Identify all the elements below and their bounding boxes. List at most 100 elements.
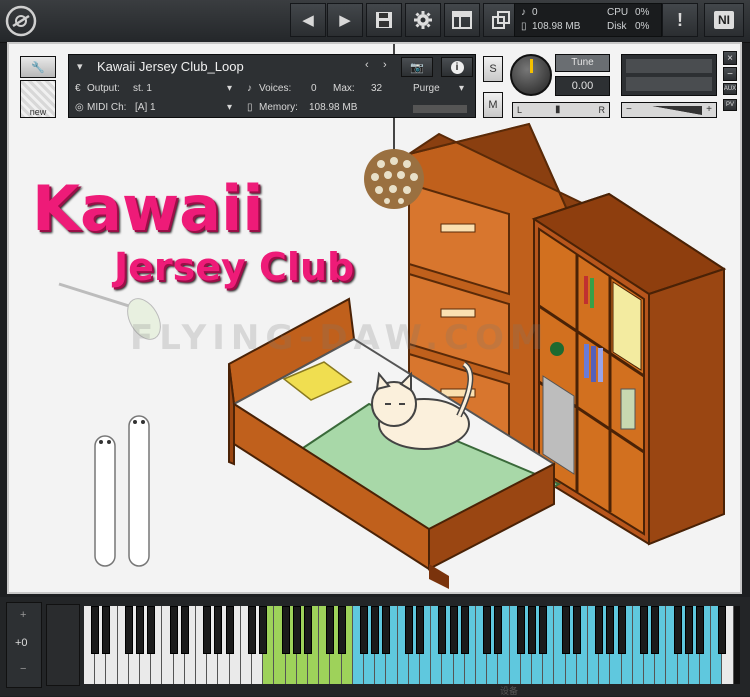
black-key[interactable] [684,606,693,654]
tune-knob[interactable] [510,54,552,96]
memory-icon: ▯ [521,21,527,32]
black-key[interactable] [640,606,648,654]
midi-dropdown-icon[interactable]: ▾ [227,102,232,113]
alert-button[interactable]: ! [662,3,698,37]
pan-right-label: R [598,105,606,115]
pitch-up-label[interactable]: + [20,609,26,621]
pan-slider[interactable]: L ▮ R [512,102,610,118]
black-key[interactable] [169,606,178,654]
black-key[interactable] [371,606,380,654]
instrument-memory-value: 108.98 MB [309,102,358,113]
tune-value[interactable]: 0.00 [555,76,610,96]
black-key[interactable] [214,606,223,654]
purge-menu[interactable]: Purge [413,83,440,94]
minimize-icon: − [727,68,733,80]
ni-logo-button[interactable]: NI [704,3,744,37]
black-key[interactable] [281,606,290,654]
pv-button[interactable]: PV [723,99,737,111]
volume-slider[interactable]: − + [621,102,717,118]
disk-label: Disk [607,21,627,32]
view-button[interactable] [444,3,480,37]
black-key[interactable] [102,606,111,654]
next-patch-icon[interactable]: › [383,59,387,71]
black-key[interactable] [203,606,212,654]
pitch-down-label[interactable]: − [20,663,26,675]
black-key[interactable] [572,606,581,654]
pitch-mod-panel[interactable]: + +0 − [6,602,42,688]
prev-patch-icon[interactable]: ‹ [365,59,369,71]
black-key[interactable] [304,606,312,654]
black-key[interactable] [696,606,704,654]
black-key[interactable] [606,606,615,654]
prev-instrument-button[interactable]: ◀ [290,3,326,37]
output-value[interactable]: st. 1 [133,83,152,94]
black-key[interactable] [528,606,536,654]
wrench-icon: 🔧 [31,61,45,74]
midi-channel-value[interactable]: [A] 1 [135,102,156,113]
black-key[interactable] [337,606,346,654]
black-key[interactable] [673,606,682,654]
minimize-button[interactable]: − [723,67,737,81]
black-key[interactable] [617,606,626,654]
midi-icon: ◎ [75,102,84,113]
black-key[interactable] [248,606,256,654]
black-key[interactable] [91,606,100,654]
black-key[interactable] [259,606,268,654]
piano-keyboard[interactable] [84,606,740,684]
info-icon: i [450,60,464,74]
bottom-caption: 设备 [500,686,519,696]
black-key[interactable] [225,606,234,654]
output-dropdown-icon[interactable]: ▾ [227,83,232,94]
instrument-name[interactable]: Kawaii Jersey Club_Loop [97,59,244,74]
black-key[interactable] [180,606,189,654]
save-button[interactable] [366,3,402,37]
main-toolbar: ◀ ▶ ♪ 0 CPU 0% ▯ 108.98 MB Disk 0% ! NI [0,0,750,43]
black-key[interactable] [460,606,469,654]
black-key[interactable] [516,606,525,654]
black-key[interactable] [326,606,335,654]
max-voices-value[interactable]: 32 [371,83,382,94]
black-key[interactable] [561,606,570,654]
wrench-button[interactable]: 🔧 [20,56,56,78]
black-key[interactable] [494,606,503,654]
black-key[interactable] [292,606,301,654]
black-key[interactable] [539,606,548,654]
black-key[interactable] [483,606,492,654]
black-key[interactable] [416,606,424,654]
kontakt-logo-icon[interactable] [4,4,38,38]
black-key[interactable] [449,606,458,654]
next-instrument-button[interactable]: ▶ [327,3,363,37]
tune-knob-indicator [530,59,533,73]
disk-value: 0% [635,21,650,32]
black-key[interactable] [360,606,368,654]
black-key[interactable] [124,606,133,654]
close-button[interactable]: × [723,51,737,65]
snapshot-button[interactable]: 📷 [401,57,433,77]
black-key[interactable] [136,606,144,654]
aux-button[interactable]: AUX [723,83,737,95]
output-icon: € [75,83,81,94]
voices-value: 0 [311,83,317,94]
black-key[interactable] [147,606,156,654]
black-key[interactable] [438,606,447,654]
black-key[interactable] [382,606,391,654]
meter-bar-right [626,77,712,91]
black-key[interactable] [718,606,727,654]
volume-plus-label: + [706,104,712,115]
mute-button[interactable]: M [483,92,503,118]
purge-dropdown-icon[interactable]: ▾ [459,83,464,94]
new-instrument-thumbnail[interactable]: new [20,80,56,118]
info-button[interactable]: i [441,57,473,77]
solo-button[interactable]: S [483,56,503,82]
settings-button[interactable] [405,3,441,37]
instrument-menu-icon[interactable]: ▾ [77,60,83,73]
black-key[interactable] [595,606,604,654]
black-key[interactable] [404,606,413,654]
mod-wheel[interactable] [46,604,80,686]
purge-meter [413,105,467,113]
tune-label: Tune [555,54,610,72]
instrument-info-box: ▾ Kawaii Jersey Club_Loop ‹ › 📷 i € Outp… [68,54,476,118]
voices-label: Voices: [259,83,292,94]
black-key[interactable] [651,606,660,654]
aux-label: AUX [723,86,737,92]
